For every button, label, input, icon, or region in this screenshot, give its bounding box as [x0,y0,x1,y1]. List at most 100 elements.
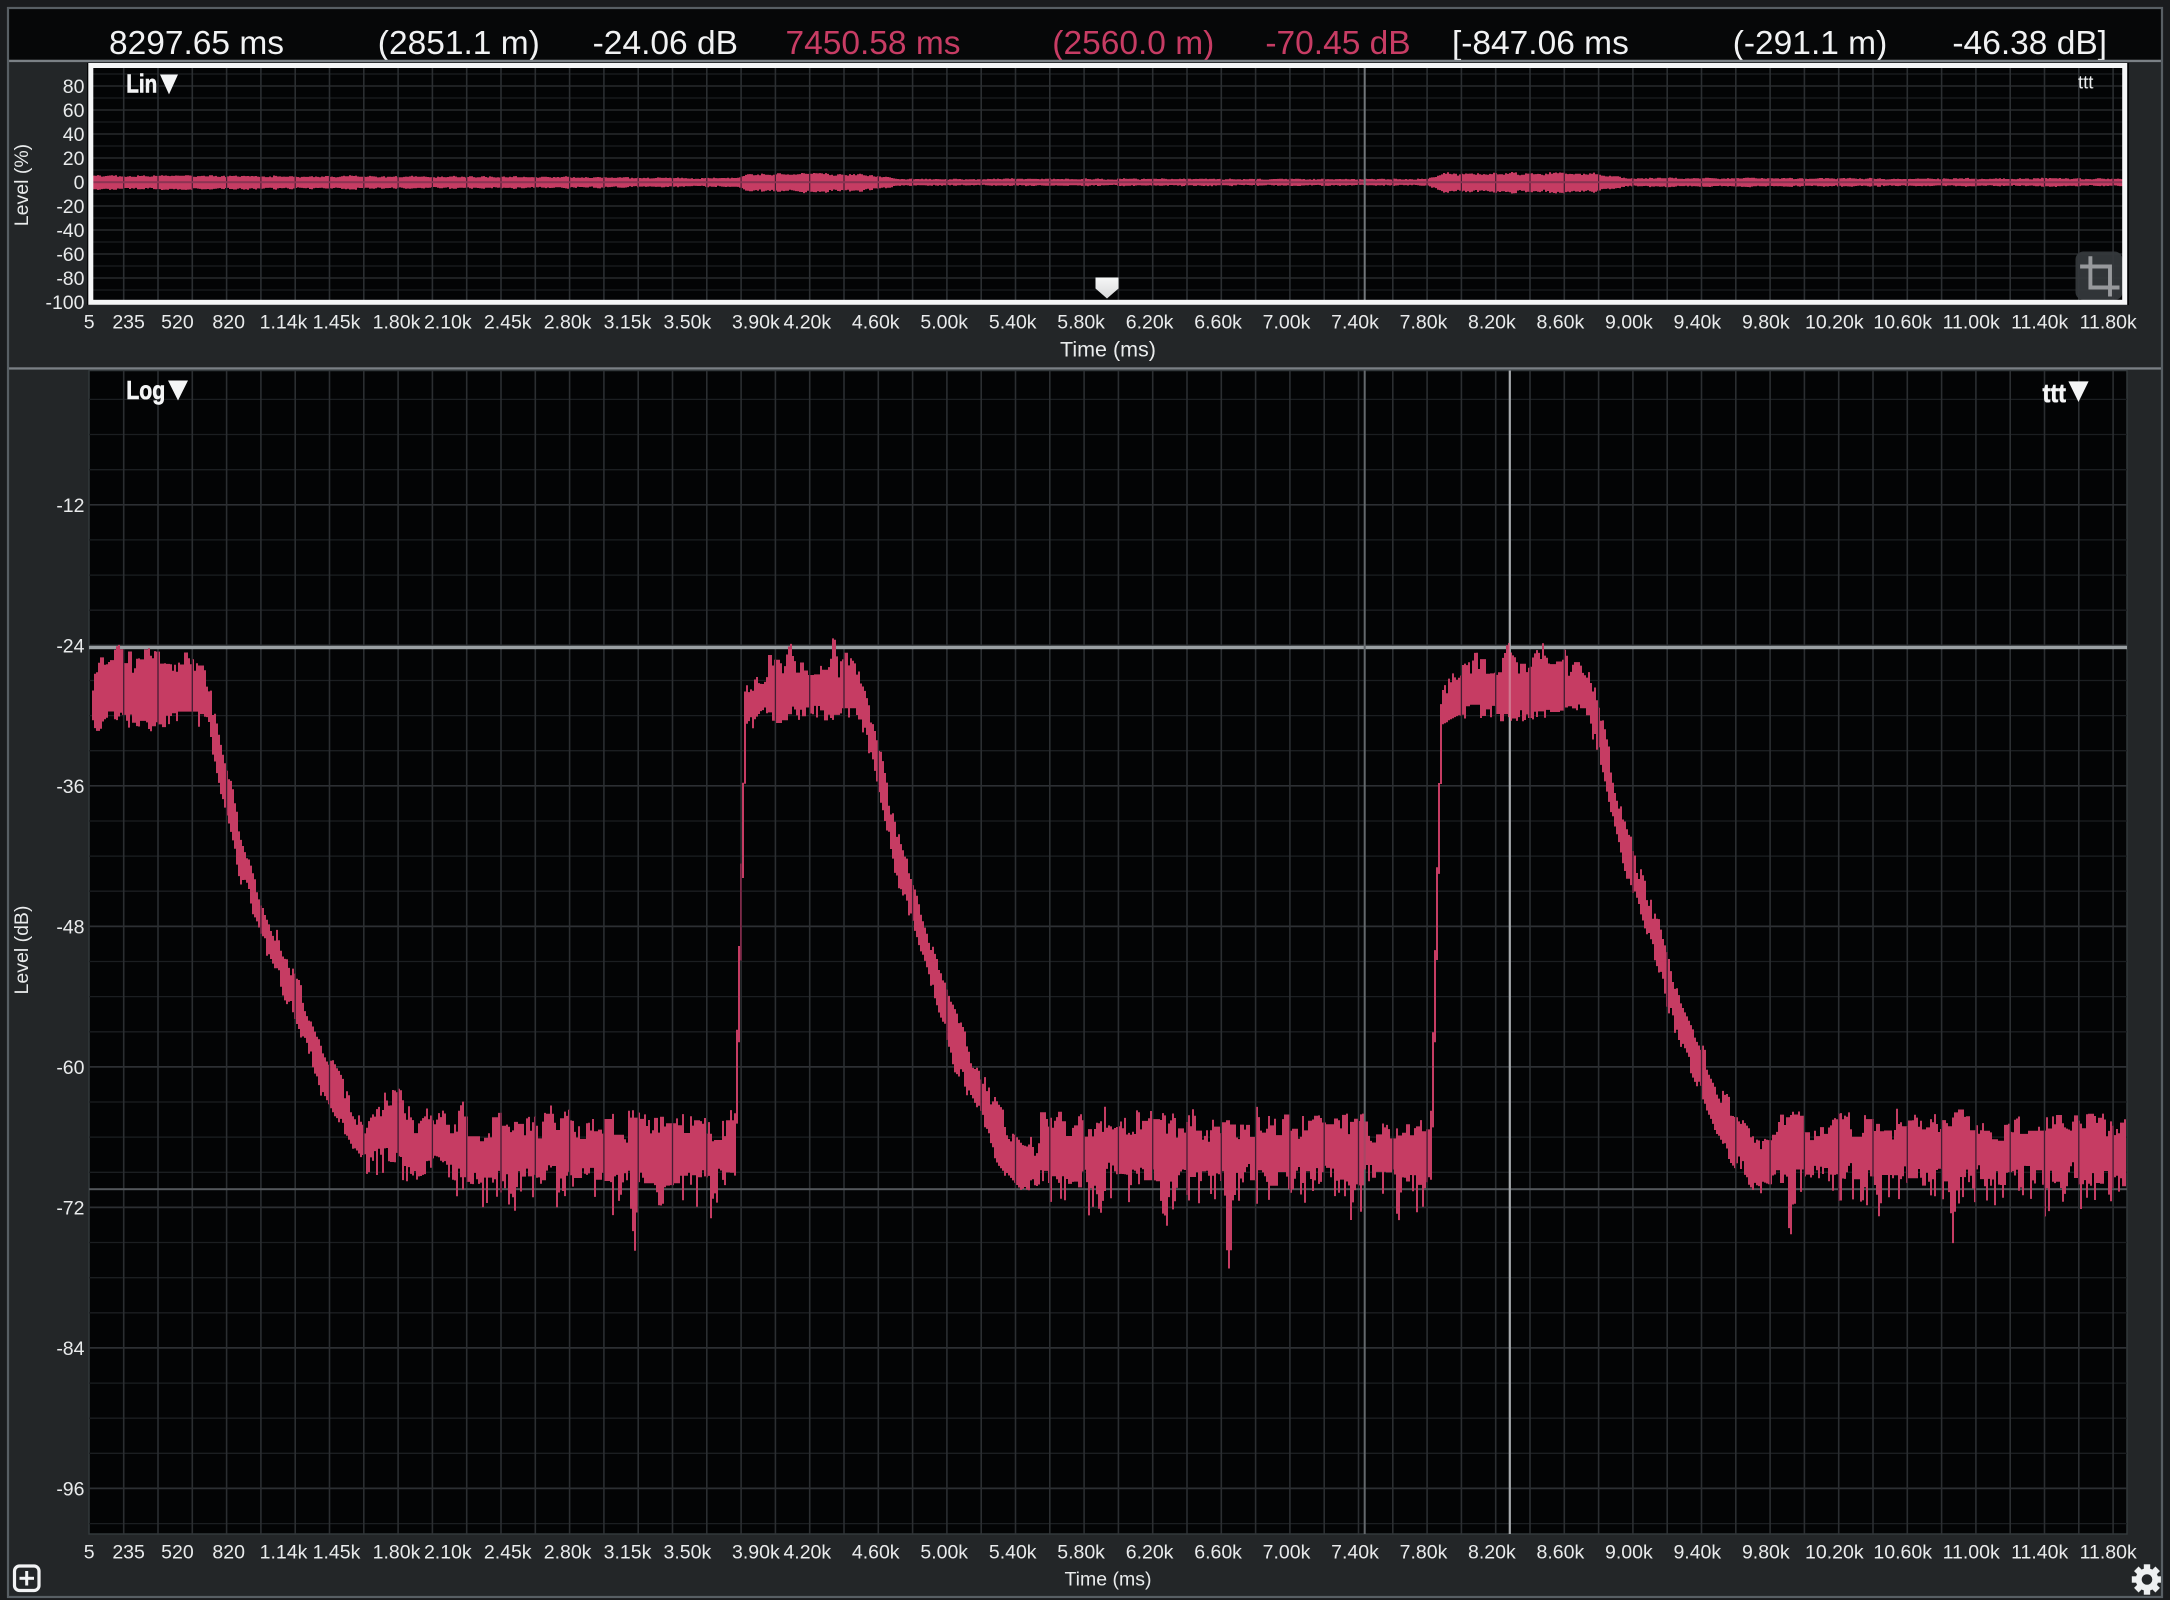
svg-text:Time (ms): Time (ms) [1060,338,1156,362]
svg-text:5.40k: 5.40k [989,312,1037,334]
svg-text:11.40k: 11.40k [2011,312,2068,334]
svg-text:3.15k: 3.15k [604,312,652,334]
svg-text:-70.45 dB: -70.45 dB [1265,25,1410,62]
svg-text:11.00k: 11.00k [1943,1542,2000,1564]
svg-text:11.80k: 11.80k [2080,1542,2137,1564]
svg-text:820: 820 [212,312,245,334]
svg-text:5: 5 [84,312,95,334]
svg-text:4.20k: 4.20k [783,1542,831,1564]
svg-text:6.60k: 6.60k [1194,312,1242,334]
svg-text:40: 40 [63,124,85,146]
svg-text:(-291.1 m): (-291.1 m) [1733,25,1888,62]
svg-text:7.00k: 7.00k [1263,312,1311,334]
svg-text:10.60k: 10.60k [1873,312,1932,334]
svg-text:9.80k: 9.80k [1742,1542,1790,1564]
svg-text:11.40k: 11.40k [2011,1542,2068,1564]
svg-text:7.00k: 7.00k [1263,1542,1311,1564]
svg-text:-24.06 dB: -24.06 dB [593,25,738,62]
svg-text:0: 0 [74,172,85,194]
svg-text:235: 235 [112,312,145,334]
svg-text:[-847.06 ms: [-847.06 ms [1452,25,1629,62]
svg-text:(2851.1 m): (2851.1 m) [378,25,540,62]
svg-text:7.40k: 7.40k [1331,1542,1379,1564]
svg-text:10.20k: 10.20k [1805,312,1864,334]
svg-text:(2560.0 m): (2560.0 m) [1052,25,1214,62]
svg-text:7450.58 ms: 7450.58 ms [785,25,960,62]
svg-text:5.80k: 5.80k [1057,1542,1105,1564]
svg-text:-46.38 dB]: -46.38 dB] [1952,25,2107,62]
svg-text:10.20k: 10.20k [1805,1542,1864,1564]
svg-text:9.40k: 9.40k [1673,1542,1721,1564]
svg-text:8.20k: 8.20k [1468,312,1516,334]
svg-text:Log: Log [126,375,165,405]
svg-text:6.60k: 6.60k [1194,1542,1242,1564]
svg-text:1.14k: 1.14k [260,312,308,334]
svg-text:3.90k: 3.90k [732,312,780,334]
svg-text:-84: -84 [56,1338,84,1360]
svg-text:4.60k: 4.60k [852,312,900,334]
svg-text:11.80k: 11.80k [2080,312,2137,334]
svg-text:10.60k: 10.60k [1873,1542,1932,1564]
svg-text:4.20k: 4.20k [783,312,831,334]
svg-text:Level (%): Level (%) [11,144,33,226]
svg-text:1.80k: 1.80k [373,1542,421,1564]
svg-text:1.45k: 1.45k [313,312,361,334]
svg-text:5: 5 [84,1542,95,1564]
svg-text:1.80k: 1.80k [373,312,421,334]
svg-text:-60: -60 [56,1057,84,1079]
svg-text:-60: -60 [56,244,84,266]
svg-text:5.40k: 5.40k [989,1542,1037,1564]
svg-text:Lin: Lin [126,69,157,99]
svg-text:3.50k: 3.50k [664,312,712,334]
svg-text:8297.65 ms: 8297.65 ms [109,25,284,62]
svg-text:-12: -12 [56,495,84,517]
svg-text:4.60k: 4.60k [852,1542,900,1564]
svg-text:1.14k: 1.14k [260,1542,308,1564]
svg-text:ttt: ttt [2043,378,2067,408]
svg-text:8.60k: 8.60k [1537,1542,1585,1564]
svg-text:6.20k: 6.20k [1126,1542,1174,1564]
svg-text:ttt: ttt [2078,72,2093,93]
svg-text:9.80k: 9.80k [1742,312,1790,334]
svg-text:Time (ms): Time (ms) [1064,1569,1151,1591]
svg-text:-36: -36 [56,776,84,798]
svg-text:520: 520 [161,1542,194,1564]
svg-text:5.80k: 5.80k [1057,312,1105,334]
svg-text:8.20k: 8.20k [1468,1542,1516,1564]
svg-text:80: 80 [63,76,85,98]
svg-text:7.80k: 7.80k [1400,312,1448,334]
svg-text:9.40k: 9.40k [1673,312,1721,334]
svg-text:1.45k: 1.45k [313,1542,361,1564]
svg-text:-72: -72 [56,1197,84,1219]
svg-text:2.10k: 2.10k [424,312,472,334]
svg-text:520: 520 [161,312,194,334]
svg-text:235: 235 [112,1542,145,1564]
svg-text:3.50k: 3.50k [664,1542,712,1564]
svg-text:3.90k: 3.90k [732,1542,780,1564]
svg-text:8.60k: 8.60k [1537,312,1585,334]
svg-text:9.00k: 9.00k [1605,312,1653,334]
svg-text:-20: -20 [56,196,84,218]
svg-text:-100: -100 [45,292,84,314]
svg-text:820: 820 [212,1542,245,1564]
svg-text:3.15k: 3.15k [604,1542,652,1564]
svg-text:-96: -96 [56,1478,84,1500]
svg-text:Level (dB): Level (dB) [11,906,33,995]
svg-text:2.80k: 2.80k [544,312,592,334]
svg-text:7.80k: 7.80k [1400,1542,1448,1564]
svg-text:5.00k: 5.00k [920,312,968,334]
svg-text:9.00k: 9.00k [1605,1542,1653,1564]
svg-text:2.80k: 2.80k [544,1542,592,1564]
svg-text:2.10k: 2.10k [424,1542,472,1564]
svg-text:20: 20 [63,148,85,170]
svg-text:-48: -48 [56,916,84,938]
svg-text:60: 60 [63,100,85,122]
svg-text:-40: -40 [56,220,84,242]
svg-text:7.40k: 7.40k [1331,312,1379,334]
svg-text:2.45k: 2.45k [484,312,532,334]
svg-text:5.00k: 5.00k [920,1542,968,1564]
svg-text:-80: -80 [56,268,84,290]
svg-text:11.00k: 11.00k [1943,312,2000,334]
svg-text:6.20k: 6.20k [1126,312,1174,334]
svg-text:-24: -24 [56,635,84,657]
